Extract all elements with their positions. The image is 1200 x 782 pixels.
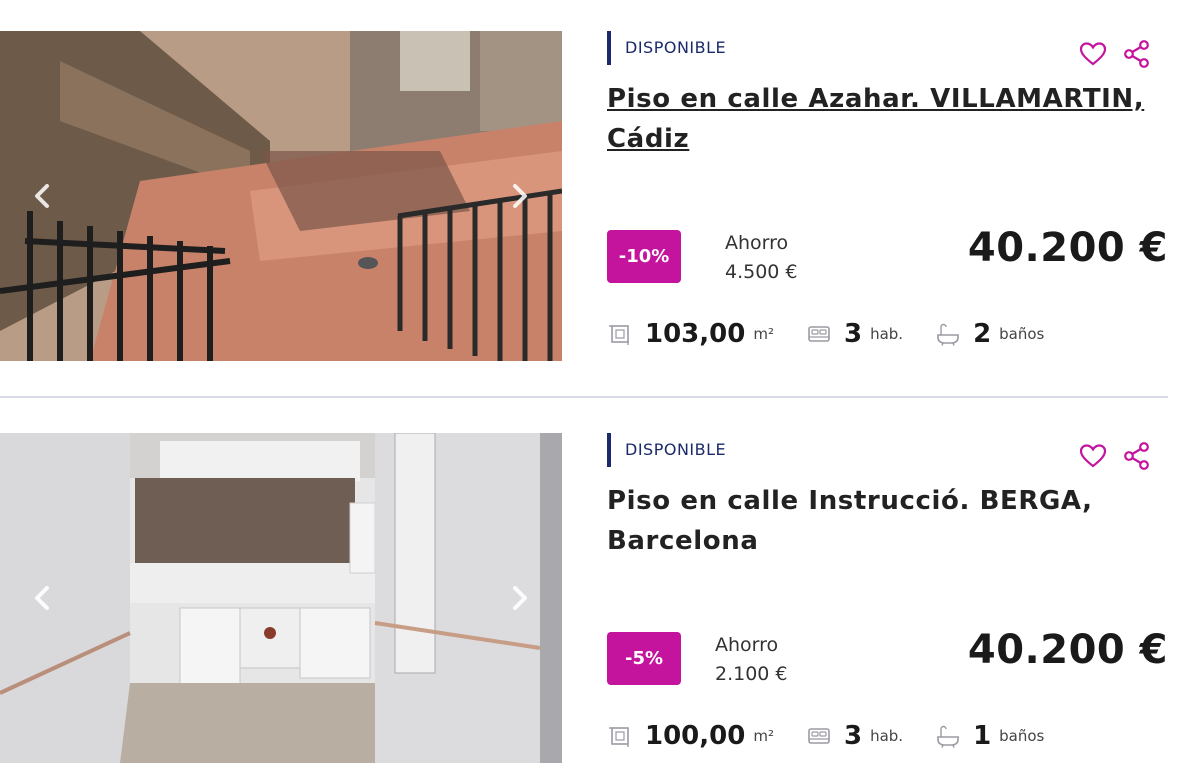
rooms-unit: hab. bbox=[870, 727, 904, 745]
listing-info: DISPONIBLE Piso en calle Azahar. VILLAMA… bbox=[607, 31, 1168, 361]
features-row: 100,00 m² 3 hab. 1 baños bbox=[607, 716, 1076, 756]
rooms-unit: hab. bbox=[870, 325, 904, 343]
discount-badge: -10% bbox=[607, 230, 681, 283]
share-icon[interactable] bbox=[1122, 39, 1152, 69]
saving-value: 4.500 € bbox=[725, 261, 798, 283]
baths-unit: baños bbox=[999, 727, 1045, 745]
divider bbox=[0, 396, 1168, 398]
area-value: 103,00 bbox=[645, 319, 746, 349]
heart-icon[interactable] bbox=[1078, 39, 1108, 69]
listing-info: DISPONIBLE Piso en calle Instrucció. BER… bbox=[607, 433, 1168, 763]
bath-icon bbox=[937, 323, 959, 346]
heart-icon[interactable] bbox=[1078, 441, 1108, 471]
feature-area: 103,00 m² bbox=[607, 319, 774, 349]
saving-value: 2.100 € bbox=[715, 663, 788, 685]
listing-actions bbox=[1078, 441, 1152, 471]
features-row: 103,00 m² 3 hab. 2 baños bbox=[607, 314, 1076, 354]
chevron-left-icon[interactable] bbox=[28, 583, 58, 613]
feature-rooms: 3 hab. bbox=[806, 721, 903, 751]
feature-baths: 2 baños bbox=[935, 319, 1044, 349]
share-icon[interactable] bbox=[1122, 441, 1152, 471]
listing-photo[interactable] bbox=[0, 31, 562, 361]
saving-info: Ahorro 4.500 € bbox=[725, 229, 798, 287]
area-icon bbox=[609, 325, 629, 345]
area-value: 100,00 bbox=[645, 721, 746, 751]
feature-area: 100,00 m² bbox=[607, 721, 774, 751]
status-badge: DISPONIBLE bbox=[607, 433, 726, 467]
rooms-value: 3 bbox=[843, 319, 863, 349]
chevron-right-icon[interactable] bbox=[504, 181, 534, 211]
bath-icon bbox=[937, 725, 959, 748]
feature-baths: 1 baños bbox=[935, 721, 1044, 751]
chevron-left-icon[interactable] bbox=[28, 181, 58, 211]
baths-value: 2 bbox=[973, 319, 992, 349]
listing-title-link[interactable]: Piso en calle Instrucció. BERGA, Barcelo… bbox=[607, 481, 1147, 561]
price: 40.200 € bbox=[967, 225, 1168, 271]
area-icon bbox=[609, 727, 629, 747]
bed-icon bbox=[808, 728, 830, 744]
area-unit: m² bbox=[753, 325, 774, 343]
baths-unit: baños bbox=[999, 325, 1045, 343]
discount-badge: -5% bbox=[607, 632, 681, 685]
bed-icon bbox=[808, 326, 830, 342]
rooms-value: 3 bbox=[843, 721, 863, 751]
saving-label: Ahorro bbox=[725, 232, 789, 254]
price: 40.200 € bbox=[967, 627, 1168, 673]
baths-value: 1 bbox=[973, 721, 992, 751]
chevron-right-icon[interactable] bbox=[504, 583, 534, 613]
feature-rooms: 3 hab. bbox=[806, 319, 903, 349]
status-badge: DISPONIBLE bbox=[607, 31, 726, 65]
listing-actions bbox=[1078, 39, 1152, 69]
listing-card[interactable]: DISPONIBLE Piso en calle Instrucció. BER… bbox=[0, 433, 1168, 763]
listing-title-link[interactable]: Piso en calle Azahar. VILLAMARTIN, Cádiz bbox=[607, 79, 1147, 159]
listing-photo[interactable] bbox=[0, 433, 562, 763]
listing-card[interactable]: DISPONIBLE Piso en calle Azahar. VILLAMA… bbox=[0, 31, 1168, 361]
area-unit: m² bbox=[753, 727, 774, 745]
saving-info: Ahorro 2.100 € bbox=[715, 631, 788, 689]
saving-label: Ahorro bbox=[715, 634, 779, 656]
